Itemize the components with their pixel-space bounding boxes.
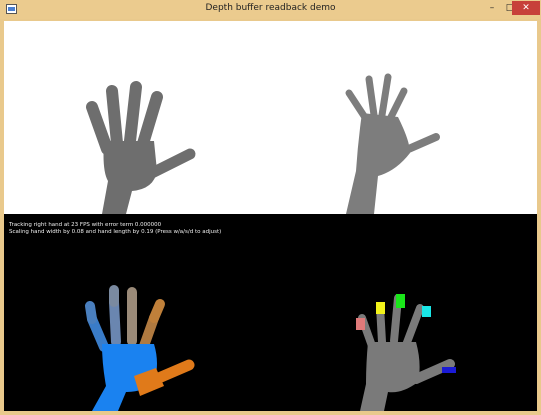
render-finger-ring <box>124 81 142 147</box>
fingertip-index-marker <box>356 318 365 330</box>
segment-finger-pinky-tip <box>149 299 165 323</box>
fingertip-ring-marker <box>396 294 405 308</box>
depth-finger-2 <box>365 75 378 119</box>
app-window: Depth buffer readback demo – □ ✕ Trackin… <box>0 0 541 415</box>
top-panel <box>4 21 537 214</box>
rendered-hand <box>86 81 196 214</box>
fingertip-pinky-marker <box>422 306 431 317</box>
window-title: Depth buffer readback demo <box>205 3 336 13</box>
render-finger-middle <box>106 85 123 149</box>
bottom-panel: Tracking right hand at 23 FPS with error… <box>4 214 537 411</box>
depth-palm <box>346 113 410 214</box>
segment-finger-index-tip <box>85 301 97 324</box>
depth-finger-3 <box>378 73 392 119</box>
render-finger-pinky <box>136 91 163 153</box>
tip-finger-4 <box>402 304 424 349</box>
segmented-hand <box>85 285 195 411</box>
render-palm <box>102 141 157 214</box>
fingertip-hand <box>356 294 456 411</box>
segment-finger-middle <box>109 297 121 347</box>
fingertip-thumb-marker <box>442 367 456 373</box>
depth-finger-4 <box>386 87 408 123</box>
depth-hand <box>345 73 440 214</box>
tip-palm <box>360 342 420 411</box>
fingertip-middle-marker <box>376 302 385 314</box>
title-bar[interactable]: Depth buffer readback demo – □ ✕ <box>0 0 541 19</box>
viewport[interactable]: Tracking right hand at 23 FPS with error… <box>4 21 537 411</box>
minimize-button[interactable]: – <box>483 1 501 15</box>
close-button[interactable]: ✕ <box>512 1 540 15</box>
render-thumb <box>146 148 196 179</box>
